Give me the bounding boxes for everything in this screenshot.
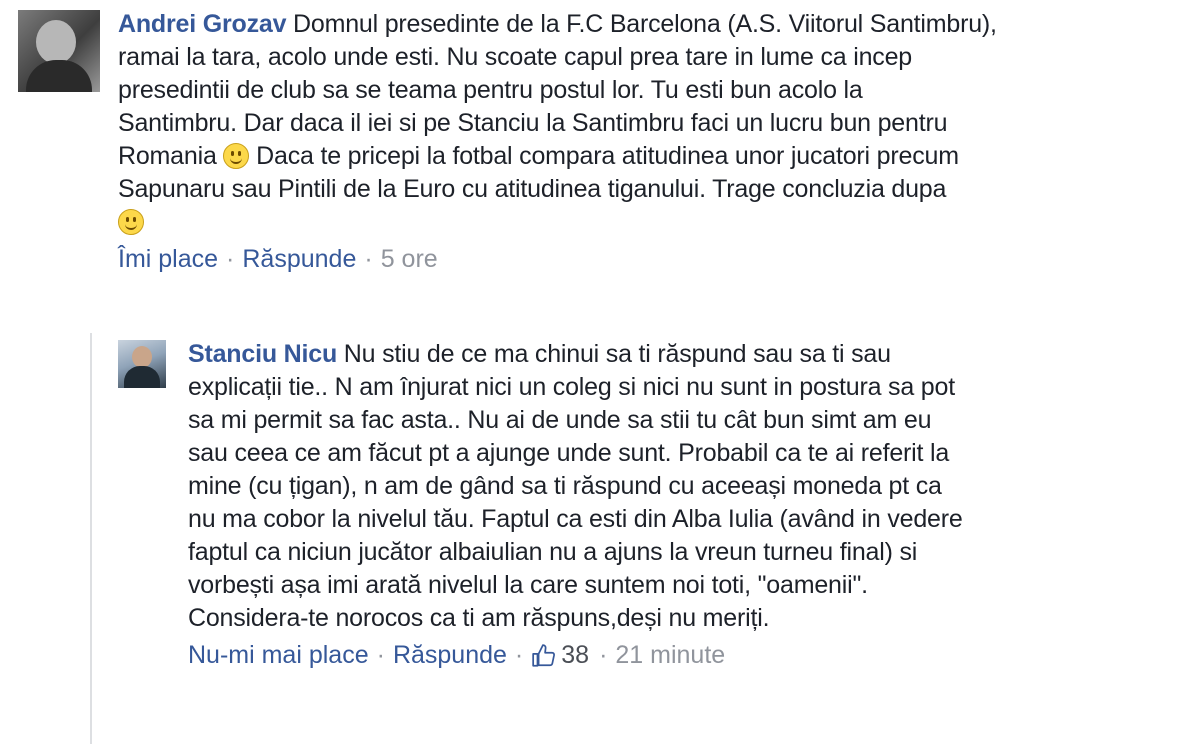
text-line: ramai la tara, acolo unde esti. Nu scoat…: [118, 43, 912, 71]
avatar[interactable]: [18, 10, 100, 92]
comment-body: Stanciu Nicu Nu stiu de ce ma chinui sa …: [188, 338, 1188, 670]
text-line: sau ceea ce am făcut pt a ajunge unde su…: [188, 439, 950, 467]
separator: ·: [364, 245, 373, 273]
comment-text: Stanciu Nicu Nu stiu de ce ma chinui sa …: [188, 338, 1188, 635]
comment-actions: Nu-mi mai place · Răspunde · 38 · 21 min…: [188, 641, 1188, 670]
text-line: sa mi permit sa fac asta.. Nu ai de unde…: [188, 406, 932, 434]
text-line: Domnul presedinte de la F.C Barcelona (A…: [293, 10, 997, 38]
text-line: Romania: [118, 142, 217, 170]
text-line: Nu stiu de ce ma chinui sa ti răspund sa…: [343, 340, 891, 368]
text-line: presedintii de club sa se teama pentru p…: [118, 76, 863, 104]
reply-link[interactable]: Răspunde: [393, 641, 507, 670]
separator: ·: [599, 641, 608, 669]
timestamp[interactable]: 5 ore: [381, 245, 438, 274]
text-line: faptul ca niciun jucător albaiulian nu a…: [188, 538, 918, 566]
author-link[interactable]: Stanciu Nicu: [188, 340, 337, 368]
reply-link[interactable]: Răspunde: [242, 245, 356, 274]
like-count[interactable]: 38: [561, 641, 589, 670]
comment-body: Andrei Grozav Domnul presedinte de la F.…: [118, 8, 1188, 274]
smiley-icon: [223, 143, 250, 169]
comment-text: Andrei Grozav Domnul presedinte de la F.…: [118, 8, 1188, 239]
reply-thread-line: [90, 333, 92, 744]
thumbs-up-icon[interactable]: [531, 643, 557, 669]
text-line: vorbești așa imi arată nivelul la care s…: [188, 571, 868, 599]
timestamp[interactable]: 21 minute: [615, 641, 725, 670]
separator: ·: [376, 641, 385, 669]
text-line: Considera-te norocos ca ti am răspuns,de…: [188, 604, 770, 632]
separator: ·: [226, 245, 235, 273]
avatar[interactable]: [118, 340, 166, 388]
unlike-link[interactable]: Nu-mi mai place: [188, 641, 369, 670]
text-line: Santimbru. Dar daca il iei si pe Stanciu…: [118, 109, 948, 137]
text-line: Sapunaru sau Pintili de la Euro cu atitu…: [118, 175, 947, 203]
like-link[interactable]: Îmi place: [118, 245, 218, 274]
text-line: Daca te pricepi la fotbal compara atitud…: [256, 142, 959, 170]
text-line: mine (cu țigan), n am de gând sa ti răsp…: [188, 472, 942, 500]
smiley-icon: [118, 209, 144, 235]
text-line: nu ma cobor la nivelul tău. Faptul ca es…: [188, 505, 963, 533]
separator: ·: [514, 641, 524, 669]
text-line: explicații tie.. N am înjurat nici un co…: [188, 373, 955, 401]
author-link[interactable]: Andrei Grozav: [118, 10, 286, 38]
comment-actions: Îmi place · Răspunde · 5 ore: [118, 245, 1188, 274]
